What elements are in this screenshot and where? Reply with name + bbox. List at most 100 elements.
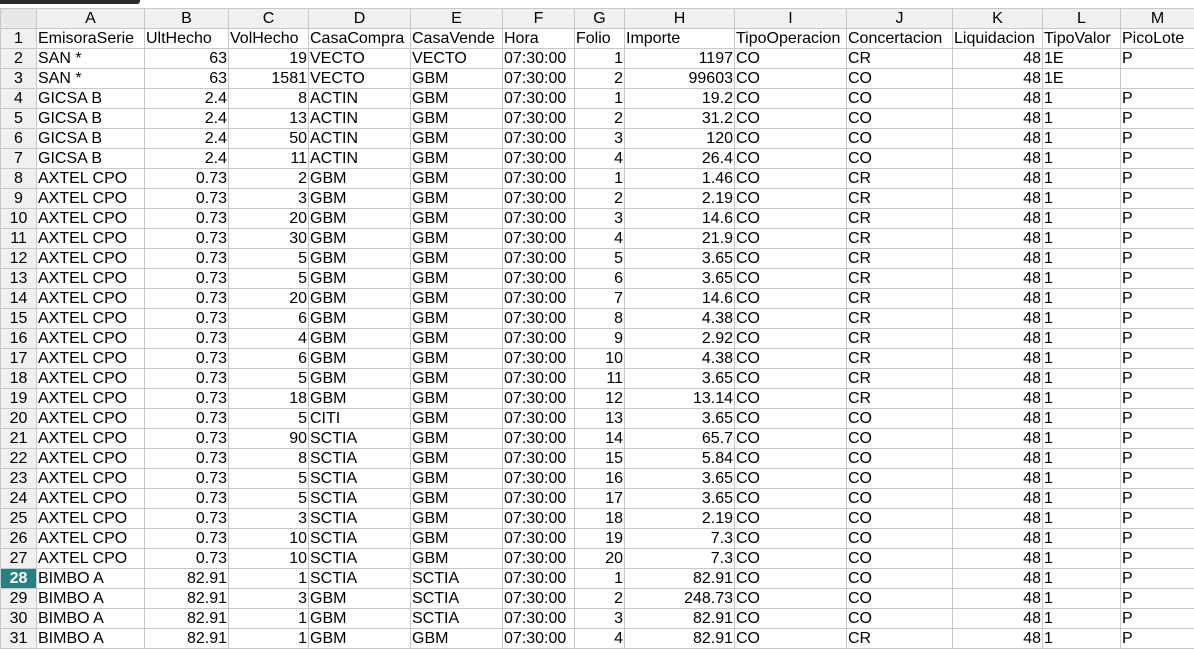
grid-cell[interactable]: P (1121, 249, 1194, 269)
grid-cell[interactable]: AXTEL CPO (37, 489, 145, 509)
grid-cell[interactable]: GBM (411, 229, 503, 249)
grid-cell[interactable]: GBM (411, 109, 503, 129)
grid-cell[interactable]: CO (735, 589, 847, 609)
grid-cell[interactable]: CR (847, 189, 953, 209)
grid-cell[interactable]: 5.84 (625, 449, 735, 469)
grid-cell[interactable]: 5 (229, 249, 309, 269)
grid-cell[interactable]: 82.91 (145, 609, 229, 629)
grid-cell[interactable]: 07:30:00 (503, 89, 575, 109)
grid-cell[interactable]: 1 (1043, 389, 1121, 409)
row-header[interactable]: 23 (1, 469, 37, 489)
grid-cell[interactable]: 07:30:00 (503, 309, 575, 329)
grid-cell[interactable]: 07:30:00 (503, 529, 575, 549)
grid-cell[interactable]: 07:30:00 (503, 369, 575, 389)
grid-cell[interactable]: 2.4 (145, 89, 229, 109)
grid-cell[interactable]: 48 (953, 549, 1043, 569)
grid-cell[interactable]: 7.3 (625, 529, 735, 549)
grid-cell[interactable]: CR (847, 229, 953, 249)
grid-cell[interactable]: 0.73 (145, 449, 229, 469)
grid-cell[interactable]: CO (735, 569, 847, 589)
grid-cell[interactable]: GICSA B (37, 109, 145, 129)
grid-cell[interactable]: SCTIA (309, 449, 411, 469)
grid-cell[interactable]: CITI (309, 409, 411, 429)
grid-cell[interactable]: CO (735, 269, 847, 289)
grid-cell[interactable]: 1 (1043, 189, 1121, 209)
grid-cell[interactable]: 3 (229, 509, 309, 529)
grid-cell[interactable]: CO (735, 429, 847, 449)
grid-cell[interactable]: GBM (309, 189, 411, 209)
grid-cell[interactable]: 99603 (625, 69, 735, 89)
grid-cell[interactable]: GBM (411, 529, 503, 549)
grid-cell[interactable]: 48 (953, 589, 1043, 609)
grid-cell[interactable]: BIMBO A (37, 589, 145, 609)
grid-cell[interactable]: GBM (411, 329, 503, 349)
grid-cell[interactable]: CO (735, 389, 847, 409)
grid-cell[interactable]: 3.65 (625, 469, 735, 489)
grid-cell[interactable]: 1 (1043, 109, 1121, 129)
grid-cell[interactable]: TipoValor (1043, 29, 1121, 49)
grid-cell[interactable]: AXTEL CPO (37, 229, 145, 249)
grid-cell[interactable]: SCTIA (309, 549, 411, 569)
grid-cell[interactable]: TipoOperacion (735, 29, 847, 49)
grid-cell[interactable]: GBM (411, 149, 503, 169)
grid-cell[interactable]: 5 (229, 269, 309, 289)
grid-cell[interactable]: 3 (229, 189, 309, 209)
grid-cell[interactable]: CR (847, 389, 953, 409)
grid-cell[interactable]: CO (847, 449, 953, 469)
grid-cell[interactable]: 1 (1043, 509, 1121, 529)
grid-cell[interactable]: P (1121, 469, 1194, 489)
grid-cell[interactable]: 3.65 (625, 249, 735, 269)
row-header[interactable]: 21 (1, 429, 37, 449)
grid-cell[interactable]: CO (735, 89, 847, 109)
grid-cell[interactable]: 07:30:00 (503, 569, 575, 589)
grid-cell[interactable]: CO (735, 369, 847, 389)
grid-cell[interactable]: SCTIA (411, 609, 503, 629)
grid-cell[interactable]: AXTEL CPO (37, 289, 145, 309)
grid-cell[interactable]: CO (735, 609, 847, 629)
grid-cell[interactable]: 1 (1043, 209, 1121, 229)
grid-cell[interactable]: 17 (575, 489, 625, 509)
grid-cell[interactable]: SAN * (37, 69, 145, 89)
grid-cell[interactable]: 2 (575, 189, 625, 209)
grid-cell[interactable]: 21.9 (625, 229, 735, 249)
grid-cell[interactable]: 48 (953, 249, 1043, 269)
grid-cell[interactable]: GBM (411, 89, 503, 109)
grid-cell[interactable]: GBM (309, 609, 411, 629)
grid-cell[interactable]: AXTEL CPO (37, 389, 145, 409)
grid-cell[interactable]: SCTIA (309, 529, 411, 549)
column-header[interactable]: F (503, 9, 575, 29)
grid-cell[interactable]: GBM (411, 289, 503, 309)
grid-cell[interactable]: 07:30:00 (503, 449, 575, 469)
grid-cell[interactable]: AXTEL CPO (37, 549, 145, 569)
grid-cell[interactable]: P (1121, 329, 1194, 349)
grid-cell[interactable]: AXTEL CPO (37, 209, 145, 229)
grid-cell[interactable]: 0.73 (145, 249, 229, 269)
grid-cell[interactable]: 14.6 (625, 289, 735, 309)
grid-cell[interactable]: 19 (229, 49, 309, 69)
grid-cell[interactable]: 6 (229, 349, 309, 369)
row-header[interactable]: 1 (1, 29, 37, 49)
grid-cell[interactable]: 2.19 (625, 509, 735, 529)
grid-cell[interactable]: CO (735, 129, 847, 149)
grid-cell[interactable]: GBM (309, 269, 411, 289)
grid-cell[interactable]: GICSA B (37, 129, 145, 149)
grid-cell[interactable]: 8 (229, 89, 309, 109)
grid-cell[interactable]: 7.3 (625, 549, 735, 569)
grid-cell[interactable]: 07:30:00 (503, 189, 575, 209)
grid-cell[interactable]: 48 (953, 429, 1043, 449)
grid-cell[interactable]: CO (847, 549, 953, 569)
grid-cell[interactable]: EmisoraSerie (37, 29, 145, 49)
grid-cell[interactable]: 48 (953, 149, 1043, 169)
grid-cell[interactable]: 10 (229, 529, 309, 549)
row-header[interactable]: 5 (1, 109, 37, 129)
grid-cell[interactable]: 07:30:00 (503, 69, 575, 89)
grid-cell[interactable]: GBM (309, 209, 411, 229)
grid-cell[interactable]: 07:30:00 (503, 229, 575, 249)
grid-cell[interactable]: 82.91 (625, 609, 735, 629)
grid-cell[interactable]: 48 (953, 369, 1043, 389)
grid-cell[interactable]: CO (735, 309, 847, 329)
grid-cell[interactable]: 07:30:00 (503, 109, 575, 129)
grid-cell[interactable]: 0.73 (145, 289, 229, 309)
grid-cell[interactable]: 48 (953, 349, 1043, 369)
grid-cell[interactable]: GBM (411, 189, 503, 209)
